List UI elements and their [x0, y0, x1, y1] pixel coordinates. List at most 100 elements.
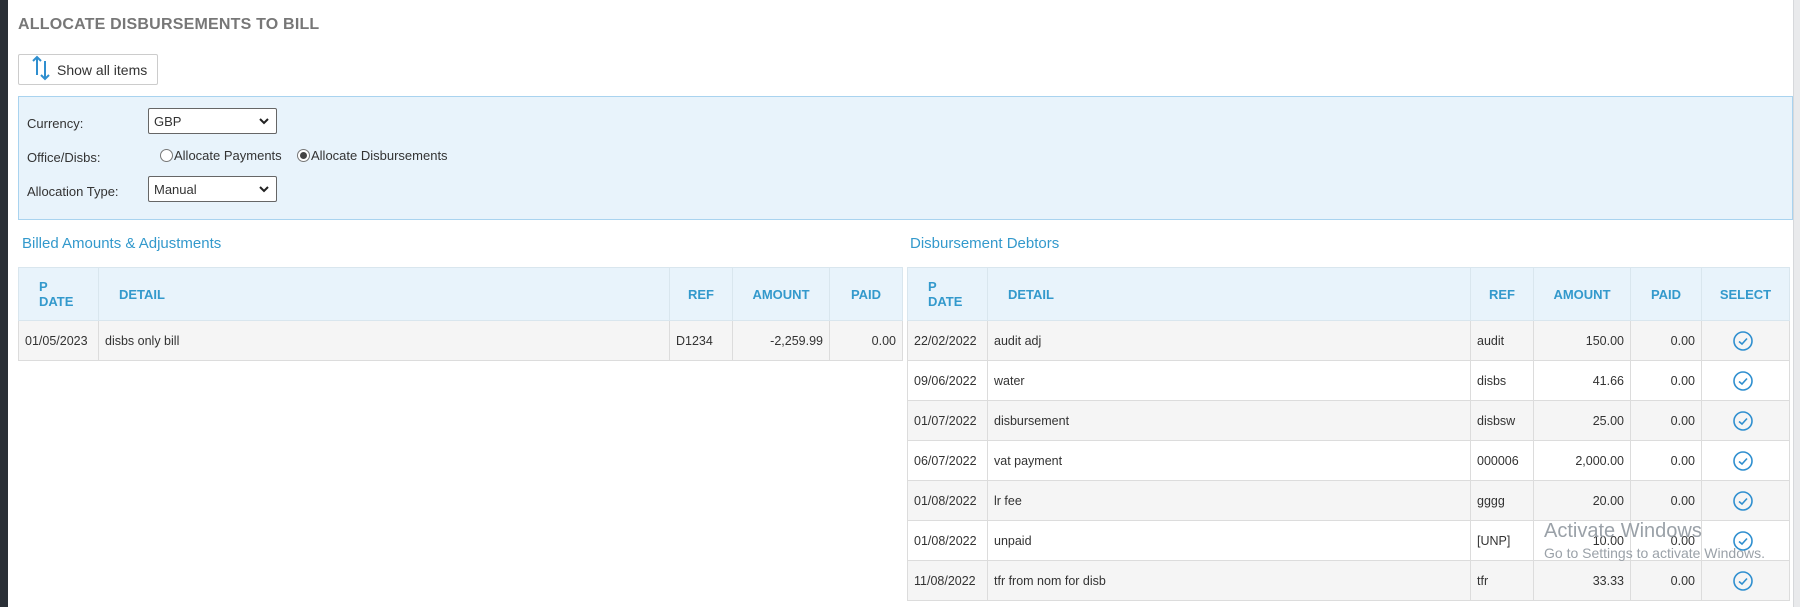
- cell-detail: water: [987, 360, 1471, 401]
- radio-disbursements-label: Allocate Disbursements: [311, 148, 448, 163]
- table-row[interactable]: 06/07/2022 vat payment 000006 2,000.00 0…: [907, 440, 1790, 481]
- check-circle-icon[interactable]: [1732, 530, 1754, 552]
- col-paid[interactable]: PAID: [829, 267, 903, 321]
- col-detail[interactable]: DETAIL: [987, 267, 1471, 321]
- cell-amount: 25.00: [1533, 400, 1631, 441]
- check-circle-icon[interactable]: [1732, 410, 1754, 432]
- cell-amount: 20.00: [1533, 480, 1631, 521]
- check-circle-icon[interactable]: [1732, 330, 1754, 352]
- cell-ref: [UNP]: [1470, 520, 1534, 561]
- cell-date: 01/08/2022: [907, 520, 988, 561]
- col-p-date[interactable]: P DATE: [907, 267, 988, 321]
- col-select: SELECT: [1701, 267, 1790, 321]
- office-disbs-label: Office/Disbs:: [27, 150, 101, 165]
- cell-detail: disbs only bill: [98, 320, 670, 361]
- allocation-type-value: Manual: [154, 181, 197, 197]
- radio-disbursements-input[interactable]: [297, 149, 310, 162]
- cell-ref: disbsw: [1470, 400, 1534, 441]
- cell-detail: audit adj: [987, 320, 1471, 361]
- cell-amount: 10.00: [1533, 520, 1631, 561]
- cell-select: [1701, 360, 1790, 401]
- cell-detail: vat payment: [987, 440, 1471, 481]
- cell-date: 22/02/2022: [907, 320, 988, 361]
- allocation-type-select[interactable]: Manual: [148, 176, 277, 202]
- col-detail[interactable]: DETAIL: [98, 267, 670, 321]
- check-circle-icon[interactable]: [1732, 570, 1754, 592]
- cell-date: 01/05/2023: [18, 320, 99, 361]
- show-all-items-button[interactable]: Show all items: [18, 54, 158, 85]
- cell-paid: 0.00: [1630, 520, 1702, 561]
- cell-date: 09/06/2022: [907, 360, 988, 401]
- cell-select: [1701, 320, 1790, 361]
- cell-paid: 0.00: [1630, 400, 1702, 441]
- sort-arrows-icon: [31, 55, 51, 84]
- table-row[interactable]: 01/05/2023 disbs only bill D1234 -2,259.…: [18, 320, 903, 361]
- cell-amount: 2,000.00: [1533, 440, 1631, 481]
- cell-amount: 33.33: [1533, 560, 1631, 601]
- cell-date: 11/08/2022: [907, 560, 988, 601]
- debtors-section-title: Disbursement Debtors: [910, 235, 1060, 252]
- table-row[interactable]: 09/06/2022 water disbs 41.66 0.00: [907, 360, 1790, 401]
- radio-payments-input[interactable]: [160, 149, 173, 162]
- chevron-down-icon: [259, 186, 269, 193]
- billed-table: P DATE DETAIL REF AMOUNT PAID 01/05/2023 …: [18, 267, 903, 361]
- currency-label: Currency:: [27, 116, 84, 131]
- cell-ref: gggg: [1470, 480, 1534, 521]
- cell-detail: tfr from nom for disb: [987, 560, 1471, 601]
- radio-allocate-payments[interactable]: Allocate Payments: [160, 148, 282, 163]
- col-p-date[interactable]: P DATE: [18, 267, 99, 321]
- cell-ref: D1234: [669, 320, 733, 361]
- cell-amount: 150.00: [1533, 320, 1631, 361]
- currency-value: GBP: [154, 113, 182, 129]
- table-row[interactable]: 01/08/2022 unpaid [UNP] 10.00 0.00: [907, 520, 1790, 561]
- col-amount[interactable]: AMOUNT: [732, 267, 830, 321]
- table-row[interactable]: 01/07/2022 disbursement disbsw 25.00 0.0…: [907, 400, 1790, 441]
- cell-paid: 0.00: [1630, 320, 1702, 361]
- currency-select[interactable]: GBP: [148, 108, 277, 134]
- cell-select: [1701, 440, 1790, 481]
- radio-allocate-disbursements[interactable]: Allocate Disbursements: [297, 148, 448, 163]
- cell-ref: tfr: [1470, 560, 1534, 601]
- cell-paid: 0.00: [1630, 560, 1702, 601]
- cell-date: 01/08/2022: [907, 480, 988, 521]
- check-circle-icon[interactable]: [1732, 490, 1754, 512]
- cell-select: [1701, 480, 1790, 521]
- col-paid[interactable]: PAID: [1630, 267, 1702, 321]
- cell-select: [1701, 560, 1790, 601]
- check-circle-icon[interactable]: [1732, 370, 1754, 392]
- cell-ref: audit: [1470, 320, 1534, 361]
- cell-paid: 0.00: [1630, 360, 1702, 401]
- col-ref[interactable]: REF: [1470, 267, 1534, 321]
- billed-header-row: P DATE DETAIL REF AMOUNT PAID: [18, 267, 903, 321]
- cell-detail: lr fee: [987, 480, 1471, 521]
- page-title: ALLOCATE DISBURSEMENTS TO BILL: [18, 16, 320, 33]
- table-row[interactable]: 01/08/2022 lr fee gggg 20.00 0.00: [907, 480, 1790, 521]
- cell-select: [1701, 520, 1790, 561]
- cell-select: [1701, 400, 1790, 441]
- table-row[interactable]: 22/02/2022 audit adj audit 150.00 0.00: [907, 320, 1790, 361]
- show-all-items-label: Show all items: [57, 61, 148, 78]
- debtors-header-row: P DATE DETAIL REF AMOUNT PAID SELECT: [907, 267, 1790, 321]
- check-circle-icon[interactable]: [1732, 450, 1754, 472]
- cell-detail: disbursement: [987, 400, 1471, 441]
- cell-date: 06/07/2022: [907, 440, 988, 481]
- cell-date: 01/07/2022: [907, 400, 988, 441]
- cell-paid: 0.00: [829, 320, 903, 361]
- chevron-down-icon: [259, 118, 269, 125]
- cell-paid: 0.00: [1630, 440, 1702, 481]
- allocation-type-label: Allocation Type:: [27, 184, 119, 199]
- options-panel: Currency: GBP Office/Disbs: Allocate Pay…: [18, 96, 1793, 220]
- radio-payments-label: Allocate Payments: [174, 148, 282, 163]
- col-amount[interactable]: AMOUNT: [1533, 267, 1631, 321]
- cell-ref: 000006: [1470, 440, 1534, 481]
- cell-paid: 0.00: [1630, 480, 1702, 521]
- debtors-table: P DATE DETAIL REF AMOUNT PAID SELECT 22/0…: [907, 267, 1790, 601]
- cell-amount: 41.66: [1533, 360, 1631, 401]
- page: ALLOCATE DISBURSEMENTS TO BILL Show all …: [8, 0, 1800, 607]
- table-row[interactable]: 11/08/2022 tfr from nom for disb tfr 33.…: [907, 560, 1790, 601]
- right-edge-scroll-strip: [1793, 0, 1800, 607]
- billed-section-title: Billed Amounts & Adjustments: [22, 235, 222, 252]
- col-ref[interactable]: REF: [669, 267, 733, 321]
- cell-ref: disbs: [1470, 360, 1534, 401]
- cell-detail: unpaid: [987, 520, 1471, 561]
